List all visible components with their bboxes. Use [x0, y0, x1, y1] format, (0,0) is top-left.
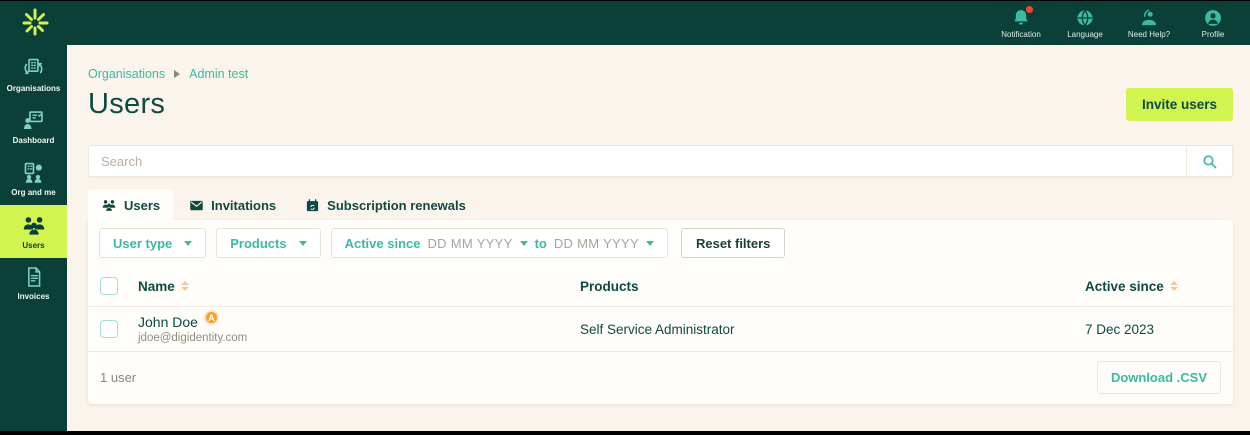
search-submit-button[interactable]	[1186, 146, 1232, 176]
filters-row: User type Products Active since DD MM YY…	[88, 220, 1233, 266]
search-input[interactable]	[89, 146, 1186, 176]
tab-invitations[interactable]: Invitations	[176, 189, 289, 220]
user-products-cell: Self Service Administrator	[580, 321, 735, 337]
invoices-icon	[22, 265, 46, 289]
chevron-down-icon	[519, 240, 528, 246]
admin-badge: A	[203, 310, 219, 325]
page-title: Users	[88, 87, 166, 120]
chevron-down-icon	[298, 240, 307, 246]
topbar-actions: Notification Language Need Help? Profile	[994, 6, 1240, 39]
sort-icon	[180, 281, 189, 291]
sidebar-item-invoices[interactable]: Invoices	[0, 258, 67, 309]
active-since-filter-label: Active since	[344, 235, 421, 251]
sidebar-item-label: Org and me	[11, 188, 56, 197]
user-count-label: 1 user	[100, 370, 137, 385]
app-window: Notification Language Need Help? Profile…	[0, 1, 1250, 431]
title-row: Users Invite users	[88, 84, 1233, 124]
profile-icon	[1203, 7, 1223, 28]
topbar-action-label: Profile	[1201, 30, 1225, 39]
topbar-action-label: Need Help?	[1127, 30, 1171, 39]
download-csv-button[interactable]: Download .CSV	[1096, 361, 1221, 394]
user-email: jdoe@digidentity.com	[138, 332, 248, 344]
table-row: John Doe A jdoe@digidentity.com Self Ser…	[88, 307, 1233, 352]
tab-bar: Users Invitations Subscription renewals	[88, 189, 1233, 220]
digidentity-logo[interactable]	[18, 6, 52, 40]
tab-label: Users	[124, 197, 161, 213]
calendar-renew-icon	[305, 198, 320, 213]
chevron-down-icon	[645, 240, 654, 246]
user-active-since-cell: 7 Dec 2023	[1085, 321, 1155, 337]
sidebar-item-org-and-me[interactable]: Org and me	[0, 153, 67, 205]
products-filter-dropdown[interactable]: Products	[216, 228, 321, 258]
search-bar	[88, 145, 1233, 177]
breadcrumb-organisations[interactable]: Organisations	[88, 67, 165, 81]
sort-icon	[1169, 281, 1178, 291]
chevron-down-icon	[184, 240, 193, 246]
breadcrumb-admin-test[interactable]: Admin test	[189, 67, 248, 81]
sidebar-item-users[interactable]: Users	[0, 205, 67, 258]
notification-alert-dot	[1026, 6, 1033, 13]
column-header-name[interactable]: Name	[138, 279, 572, 294]
organisations-icon	[21, 56, 46, 81]
app-body: Organisations Dashboard Org and me Users…	[0, 45, 1250, 431]
notification-button[interactable]: Notification	[994, 6, 1048, 39]
sidebar-item-dashboard[interactable]: Dashboard	[0, 101, 67, 153]
user-name-cell: John Doe A jdoe@digidentity.com	[138, 310, 572, 344]
help-desk-icon	[1139, 7, 1159, 28]
dashboard-icon	[21, 108, 46, 133]
need-help-button[interactable]: Need Help?	[1122, 7, 1176, 39]
date-to-field[interactable]: DD MM YYYY	[554, 236, 639, 251]
globe-icon	[1075, 7, 1095, 28]
org-and-me-icon	[21, 160, 46, 185]
sidebar-item-label: Organisations	[6, 84, 61, 93]
breadcrumb: Organisations Admin test	[88, 67, 1233, 81]
bell-icon	[1011, 6, 1033, 28]
sidebar-item-label: Dashboard	[12, 136, 55, 145]
active-since-date-range-filter[interactable]: Active since DD MM YYYY to DD MM YYYY	[330, 228, 668, 258]
invite-users-button[interactable]: Invite users	[1125, 87, 1233, 121]
select-all-checkbox[interactable]	[100, 277, 118, 295]
main-content: Organisations Admin test Users Invite us…	[67, 45, 1250, 431]
sidebar-item-organisations[interactable]: Organisations	[0, 49, 67, 101]
sidebar-item-label: Invoices	[17, 292, 50, 301]
profile-button[interactable]: Profile	[1186, 7, 1240, 39]
sidebar-nav: Organisations Dashboard Org and me Users…	[0, 45, 67, 431]
tab-users[interactable]: Users	[88, 189, 174, 220]
date-range-to-label: to	[534, 235, 547, 251]
tab-subscription-renewals[interactable]: Subscription renewals	[292, 189, 479, 220]
users-icon	[21, 212, 47, 238]
sidebar-item-label: Users	[22, 241, 45, 250]
filter-label: Products	[230, 235, 287, 251]
filter-label: User type	[113, 235, 173, 251]
tab-label: Subscription renewals	[327, 197, 466, 213]
table-footer: 1 user Download .CSV	[88, 352, 1233, 404]
row-checkbox[interactable]	[100, 320, 118, 338]
search-icon	[1201, 153, 1218, 170]
tab-label: Invitations	[211, 197, 277, 213]
user-type-filter-dropdown[interactable]: User type	[99, 228, 207, 258]
date-from-field[interactable]: DD MM YYYY	[427, 236, 512, 251]
table-header-row: Name Products Active since	[88, 266, 1233, 307]
language-button[interactable]: Language	[1058, 7, 1112, 39]
user-name[interactable]: John Doe	[138, 314, 198, 330]
reset-filters-button[interactable]: Reset filters	[680, 228, 786, 258]
column-header-products: Products	[580, 278, 639, 294]
screenshot-frame: Notification Language Need Help? Profile…	[0, 0, 1250, 435]
starburst-logo-icon	[20, 8, 50, 38]
topbar-action-label: Notification	[1001, 30, 1041, 39]
users-group-icon	[101, 197, 117, 213]
column-header-active-since[interactable]: Active since	[1085, 279, 1221, 294]
users-table-card: User type Products Active since DD MM YY…	[88, 220, 1233, 404]
envelope-icon	[189, 198, 204, 213]
topbar-action-label: Language	[1067, 30, 1103, 39]
breadcrumb-separator-icon	[174, 70, 181, 78]
top-bar: Notification Language Need Help? Profile	[0, 1, 1250, 45]
